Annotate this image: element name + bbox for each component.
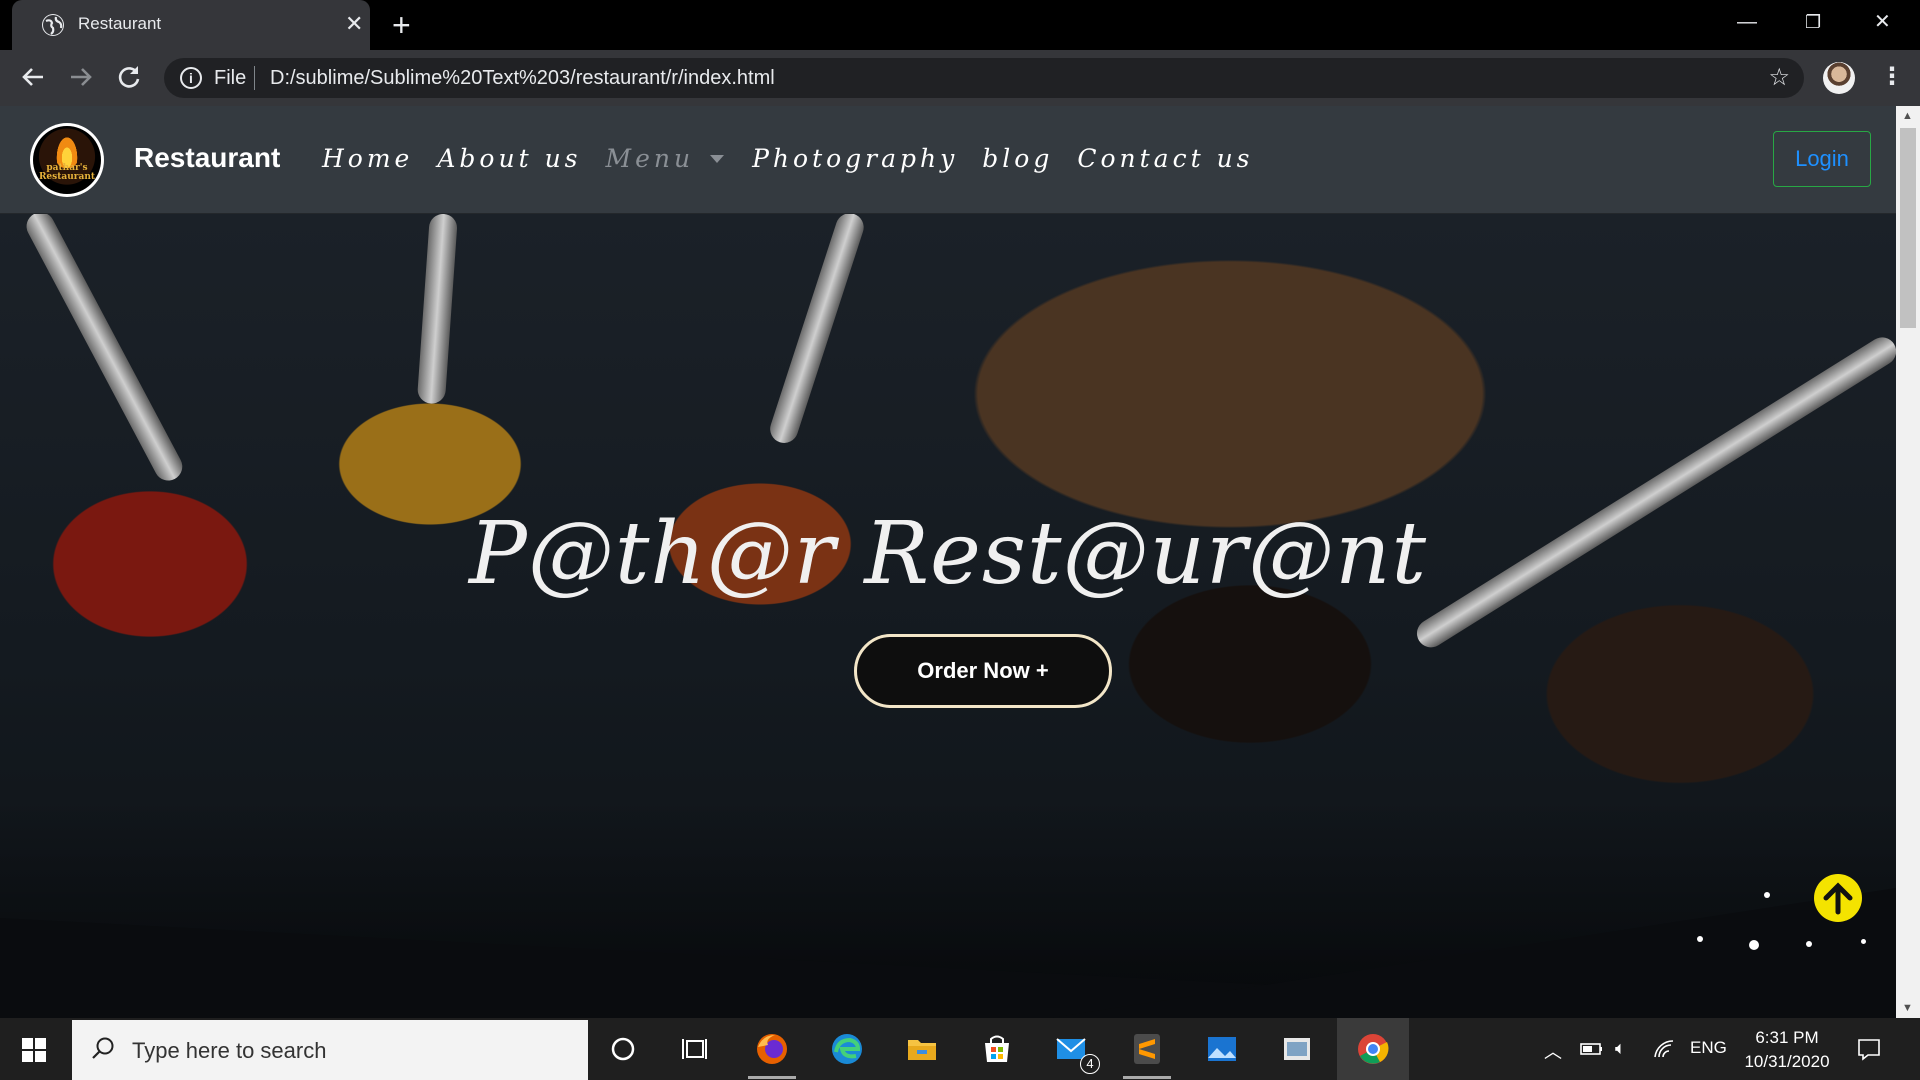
minimize-icon[interactable]: — bbox=[1737, 8, 1757, 36]
clock-time: 6:31 PM bbox=[1755, 1028, 1819, 1047]
browser-menu-icon[interactable]: ⋮ bbox=[1880, 62, 1904, 92]
page-viewport: pathar's Restaurant Restaurant Home Abou… bbox=[0, 106, 1896, 1018]
scroll-up-arrow-icon[interactable]: ▲ bbox=[1902, 110, 1913, 122]
show-hidden-icons-chevron[interactable]: ︿ bbox=[1544, 1038, 1562, 1064]
spoon-handle-image bbox=[1411, 332, 1896, 653]
microsoft-store-icon[interactable] bbox=[978, 1030, 1016, 1068]
hero-banner: P@th@r Rest@ur@nt Order Now + bbox=[0, 214, 1896, 1018]
scroll-to-top-button[interactable] bbox=[1814, 874, 1862, 922]
restaurant-logo[interactable]: pathar's Restaurant bbox=[30, 123, 104, 197]
back-arrow-icon[interactable] bbox=[18, 62, 48, 92]
browser-toolbar: i File D:/sublime/Sublime%20Text%203/res… bbox=[0, 50, 1920, 106]
task-view-icon[interactable] bbox=[678, 1030, 716, 1068]
nav-about[interactable]: About us bbox=[437, 144, 581, 173]
snipping-tool-icon[interactable] bbox=[1278, 1030, 1316, 1068]
mail-badge: 4 bbox=[1080, 1054, 1100, 1074]
restore-icon[interactable]: ❐ bbox=[1805, 8, 1821, 36]
decorative-dot bbox=[1861, 939, 1866, 944]
cortana-icon[interactable] bbox=[604, 1030, 642, 1068]
forward-arrow-icon[interactable] bbox=[66, 62, 96, 92]
scroll-thumb[interactable] bbox=[1900, 128, 1916, 328]
sublime-text-icon[interactable] bbox=[1128, 1030, 1166, 1068]
window-close-icon[interactable]: ✕ bbox=[1874, 8, 1891, 36]
decorative-dot bbox=[1749, 940, 1759, 950]
spoon-handle-image bbox=[766, 214, 868, 447]
globe-icon bbox=[42, 14, 64, 36]
page-scrollbar[interactable]: ▲ ▼ bbox=[1896, 106, 1920, 1018]
nav-contact[interactable]: Contact us bbox=[1077, 144, 1253, 173]
edge-icon[interactable] bbox=[828, 1030, 866, 1068]
order-now-button[interactable]: Order Now + bbox=[854, 634, 1112, 708]
nav-home[interactable]: Home bbox=[322, 144, 413, 173]
sublime-running-indicator bbox=[1123, 1076, 1171, 1079]
new-tab-button[interactable]: + bbox=[392, 8, 411, 42]
nav-photography[interactable]: Photography bbox=[752, 144, 958, 173]
nav-menu-dropdown[interactable]: Menu bbox=[606, 144, 729, 173]
file-explorer-icon[interactable] bbox=[903, 1030, 941, 1068]
profile-avatar[interactable] bbox=[1823, 62, 1855, 94]
address-bar[interactable]: i File D:/sublime/Sublime%20Text%203/res… bbox=[164, 58, 1804, 98]
decorative-dot bbox=[1764, 892, 1770, 898]
windows-taskbar: Type here to search 4 ︿ 🔈︎ ENG 6:31 PM 1… bbox=[0, 1018, 1920, 1080]
decorative-dot bbox=[1806, 941, 1812, 947]
address-separator bbox=[254, 66, 255, 90]
chrome-taskbar-button[interactable] bbox=[1337, 1018, 1409, 1080]
main-nav: Home About us Menu Photography blog Cont… bbox=[322, 144, 1278, 173]
action-center-icon[interactable] bbox=[1856, 1036, 1882, 1062]
logo-text: pathar's Restaurant bbox=[38, 163, 96, 182]
brand-name[interactable]: Restaurant bbox=[134, 142, 280, 174]
search-icon bbox=[92, 1037, 114, 1059]
firefox-icon[interactable] bbox=[753, 1030, 791, 1068]
site-navbar: pathar's Restaurant Restaurant Home Abou… bbox=[0, 106, 1896, 214]
windows-start-icon[interactable] bbox=[22, 1038, 46, 1062]
login-button[interactable]: Login bbox=[1773, 131, 1871, 187]
arrow-up-icon bbox=[1823, 882, 1853, 915]
tab-title: Restaurant bbox=[78, 14, 162, 33]
photos-icon[interactable] bbox=[1203, 1030, 1241, 1068]
caret-down-icon bbox=[710, 154, 725, 163]
battery-icon[interactable] bbox=[1580, 1040, 1604, 1058]
input-language[interactable]: ENG bbox=[1690, 1038, 1727, 1058]
decorative-dot bbox=[1697, 936, 1703, 942]
clock-date: 10/31/2020 bbox=[1744, 1052, 1830, 1071]
close-tab-icon[interactable]: ✕ bbox=[345, 11, 363, 37]
url-text[interactable]: D:/sublime/Sublime%20Text%203/restaurant… bbox=[270, 67, 775, 90]
wifi-icon[interactable] bbox=[1652, 1038, 1676, 1060]
info-icon[interactable]: i bbox=[180, 67, 202, 89]
url-scheme-label: File bbox=[214, 67, 247, 89]
bookmark-star-icon[interactable]: ☆ bbox=[1768, 64, 1790, 92]
chrome-icon bbox=[1358, 1034, 1389, 1064]
spoon-handle-image bbox=[21, 214, 188, 486]
browser-tab[interactable]: Restaurant ✕ bbox=[12, 0, 370, 50]
hero-bottom-wedge bbox=[0, 888, 1896, 1018]
hero-title: P@th@r Rest@ur@nt bbox=[468, 504, 1428, 604]
search-placeholder: Type here to search bbox=[132, 1038, 327, 1063]
browser-tab-bar: Restaurant ✕ + — ❐ ✕ bbox=[0, 0, 1920, 50]
nav-blog[interactable]: blog bbox=[982, 144, 1053, 173]
reload-icon[interactable] bbox=[114, 62, 144, 92]
volume-icon[interactable]: 🔈︎ bbox=[1615, 1038, 1626, 1059]
taskbar-search-box[interactable]: Type here to search bbox=[72, 1020, 588, 1080]
spoon-handle-image bbox=[416, 214, 458, 405]
nav-menu-label: Menu bbox=[605, 144, 695, 173]
system-clock[interactable]: 6:31 PM 10/31/2020 bbox=[1742, 1026, 1832, 1074]
scroll-down-arrow-icon[interactable]: ▼ bbox=[1902, 1002, 1913, 1014]
firefox-running-indicator bbox=[748, 1076, 796, 1079]
